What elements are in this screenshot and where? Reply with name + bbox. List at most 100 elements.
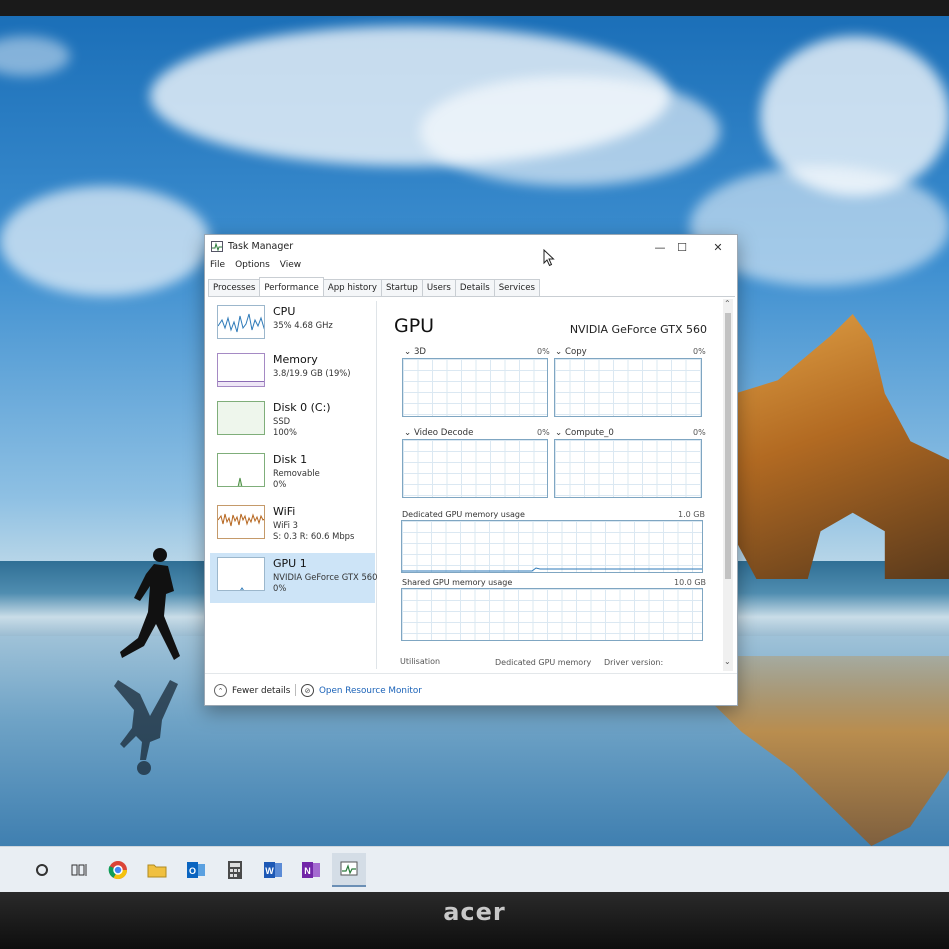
gpu-thumbnail-graph <box>217 557 265 591</box>
window-title: Task Manager <box>228 241 294 252</box>
svg-text:W: W <box>265 866 274 876</box>
svg-text:O: O <box>189 866 196 876</box>
menu-file[interactable]: File <box>210 260 225 276</box>
device-name: WiFi <box>273 505 296 518</box>
menu-view[interactable]: View <box>280 260 301 276</box>
tab-performance[interactable]: Performance <box>259 277 324 295</box>
shared-memory-label: Shared GPU memory usage <box>402 578 513 587</box>
disk-1-thumbnail-graph <box>217 453 265 487</box>
device-detail: Removable <box>273 468 320 478</box>
device-list: CPU 35% 4.68 GHz Memory 3.8/19.9 GB (19%… <box>210 301 377 669</box>
cortana-icon[interactable] <box>25 853 59 887</box>
chrome-icon[interactable] <box>101 853 135 887</box>
scroll-down-icon[interactable]: ⌄ <box>724 657 731 666</box>
footer-divider <box>295 684 296 696</box>
device-throughput: S: 0.3 R: 60.6 Mbps <box>273 531 355 541</box>
device-detail: SSD <box>273 416 291 426</box>
engine-3d-label[interactable]: ⌄ 3D <box>404 347 426 357</box>
tab-app-history[interactable]: App history <box>322 279 382 296</box>
engine-copy-graph <box>554 358 702 417</box>
onenote-icon[interactable]: N <box>294 853 328 887</box>
tab-processes[interactable]: Processes <box>208 279 261 296</box>
device-name: CPU <box>273 305 296 318</box>
mouse-cursor-icon <box>543 249 555 267</box>
cpu-thumbnail-graph <box>217 305 265 339</box>
device-detail: 3.8/19.9 GB (19%) <box>273 368 351 378</box>
dedicated-memory-graph <box>401 520 703 573</box>
tab-users[interactable]: Users <box>421 279 456 296</box>
gpu-detail-pane: GPU NVIDIA GeForce GTX 560 ⌄ 3D 0% ⌄ Cop… <box>384 301 721 669</box>
device-disk-0[interactable]: Disk 0 (C:) SSD 100% <box>210 397 375 447</box>
task-manager-app-icon <box>211 241 223 252</box>
device-cpu[interactable]: CPU 35% 4.68 GHz <box>210 301 375 351</box>
maximize-button[interactable]: ☐ <box>671 239 693 255</box>
monitor-bezel-top <box>0 0 949 16</box>
resource-monitor-icon: ⊘ <box>301 684 314 697</box>
dedicated-memory-max: 1.0 GB <box>678 510 705 519</box>
utilisation-label: Utilisation <box>400 657 441 666</box>
performance-content: CPU 35% 4.68 GHz Memory 3.8/19.9 GB (19%… <box>208 296 735 672</box>
shared-memory-max: 10.0 GB <box>674 578 707 587</box>
gpu-model-name: NVIDIA GeForce GTX 560 <box>569 323 707 336</box>
tab-startup[interactable]: Startup <box>380 279 423 296</box>
device-name: Disk 0 (C:) <box>273 401 331 414</box>
scroll-up-icon[interactable]: ⌃ <box>724 299 731 308</box>
device-name: Memory <box>273 353 318 366</box>
dedicated-memory-label: Dedicated GPU memory usage <box>402 510 525 519</box>
device-wifi[interactable]: WiFi WiFi 3 S: 0.3 R: 60.6 Mbps <box>210 501 375 551</box>
device-detail: NVIDIA GeForce GTX 560 <box>273 572 378 582</box>
scroll-thumb[interactable] <box>725 313 731 579</box>
engine-copy-label[interactable]: ⌄ Copy <box>555 347 587 357</box>
device-detail: WiFi 3 <box>273 520 298 530</box>
svg-text:N: N <box>304 866 311 876</box>
device-disk-1[interactable]: Disk 1 Removable 0% <box>210 449 375 499</box>
wifi-thumbnail-graph <box>217 505 265 539</box>
tab-strip: Processes Performance App history Startu… <box>208 277 540 296</box>
title-bar[interactable]: Task Manager — ☐ ✕ <box>205 235 737 259</box>
minimize-button[interactable]: — <box>649 239 671 255</box>
driver-version-label: Driver version: <box>604 658 664 667</box>
disk-0-thumbnail-graph <box>217 401 265 435</box>
shared-memory-graph <box>401 588 703 641</box>
engine-3d-percent: 0% <box>537 347 550 356</box>
engine-video-decode-percent: 0% <box>537 428 550 437</box>
engine-compute-graph <box>554 439 702 498</box>
engine-3d-graph <box>402 358 548 417</box>
device-detail: 35% 4.68 GHz <box>273 320 333 330</box>
engine-compute-label[interactable]: ⌄ Compute_0 <box>555 428 614 438</box>
device-usage: 100% <box>273 427 297 437</box>
runner-silhouette <box>120 548 180 660</box>
engine-copy-percent: 0% <box>693 347 706 356</box>
task-view-icon[interactable] <box>62 853 96 887</box>
device-memory[interactable]: Memory 3.8/19.9 GB (19%) <box>210 349 375 399</box>
dedicated-gpu-memory-label: Dedicated GPU memory <box>495 658 592 667</box>
menu-bar: File Options View <box>205 260 301 276</box>
vertical-scrollbar[interactable]: ⌃ ⌄ <box>723 299 733 671</box>
device-usage: 0% <box>273 583 287 593</box>
tab-services[interactable]: Services <box>493 279 540 296</box>
device-name: Disk 1 <box>273 453 308 466</box>
outlook-icon[interactable]: O <box>179 853 213 887</box>
footer-bar: ⌃ Fewer details ⊘ Open Resource Monitor <box>205 673 737 705</box>
open-resource-monitor-link[interactable]: ⊘ Open Resource Monitor <box>301 684 422 697</box>
device-gpu-1[interactable]: GPU 1 NVIDIA GeForce GTX 560 0% <box>210 553 378 603</box>
engine-video-decode-graph <box>402 439 548 498</box>
gpu-title: GPU <box>394 315 435 337</box>
runner-reflection <box>114 680 178 775</box>
tab-details[interactable]: Details <box>454 279 495 296</box>
task-manager-window[interactable]: Task Manager — ☐ ✕ File Options View Pro… <box>204 234 738 706</box>
fewer-details-button[interactable]: ⌃ Fewer details <box>214 684 290 697</box>
memory-thumbnail-graph <box>217 353 265 387</box>
word-icon[interactable]: W <box>256 853 290 887</box>
rock-arch <box>735 314 949 579</box>
chevron-up-icon: ⌃ <box>214 684 227 697</box>
menu-options[interactable]: Options <box>235 260 270 276</box>
file-explorer-icon[interactable] <box>140 853 174 887</box>
engine-video-decode-label[interactable]: ⌄ Video Decode <box>404 428 473 438</box>
engine-compute-percent: 0% <box>693 428 706 437</box>
taskbar: O W N <box>0 846 949 892</box>
monitor-brand-logo: acer <box>443 898 506 926</box>
calculator-icon[interactable] <box>218 853 252 887</box>
close-button[interactable]: ✕ <box>707 239 729 255</box>
task-manager-icon[interactable] <box>332 853 366 887</box>
